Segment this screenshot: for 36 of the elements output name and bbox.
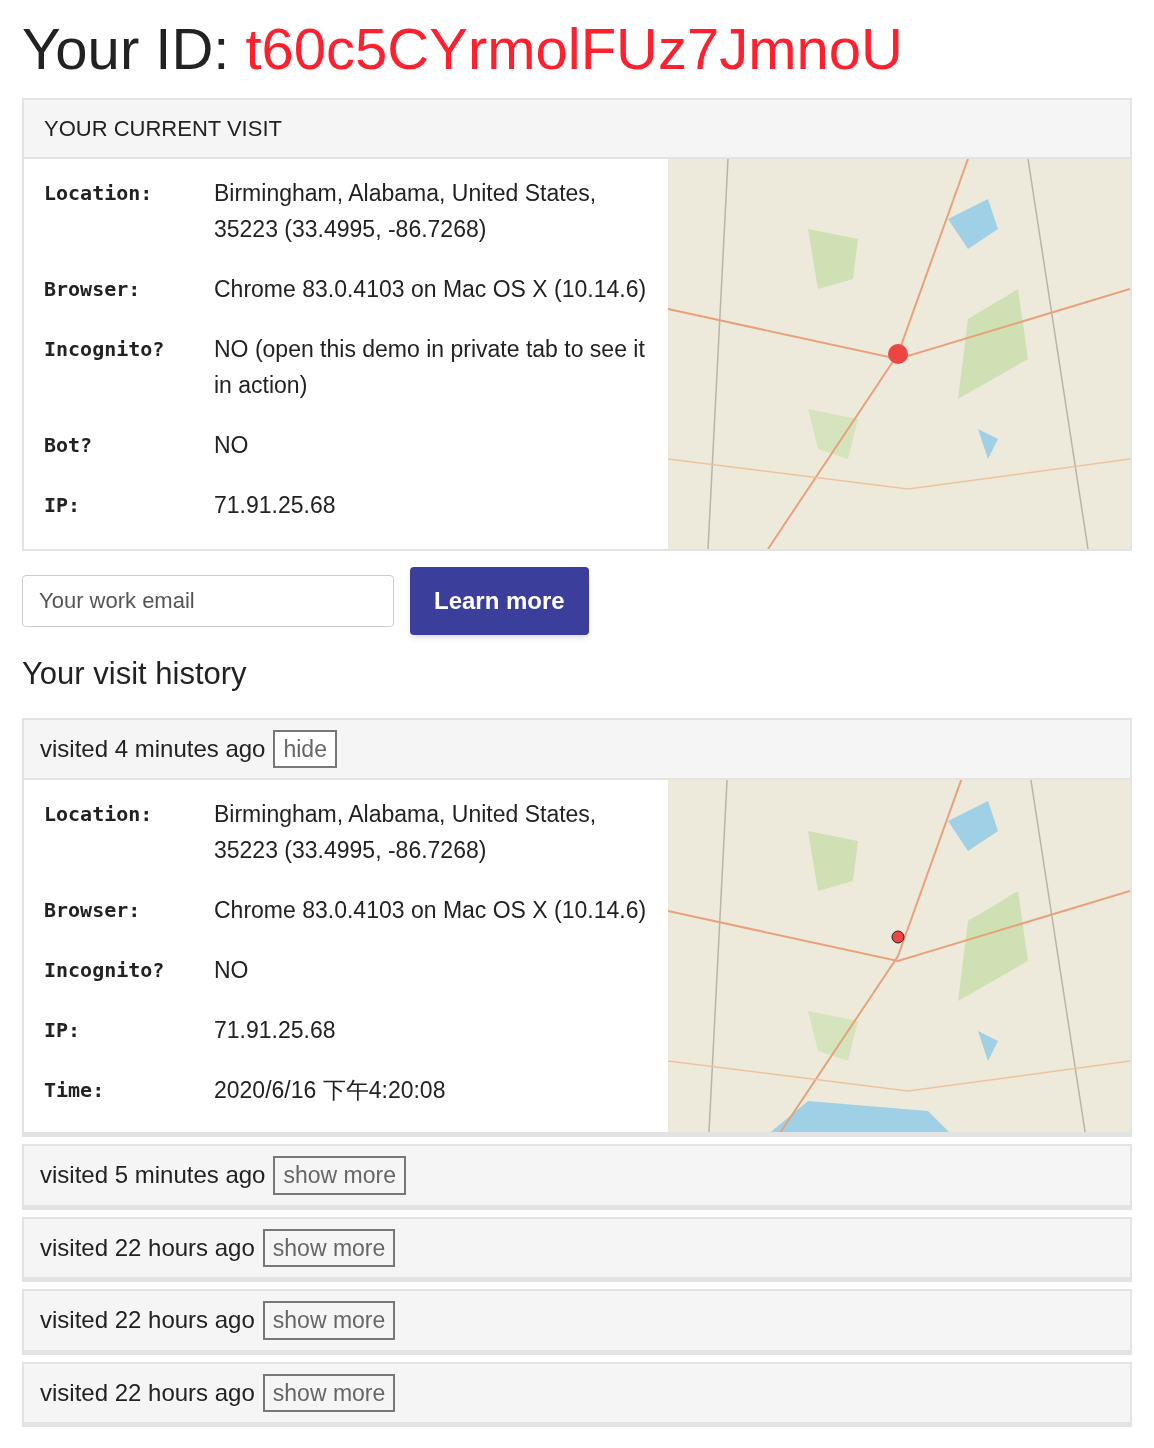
visit-time: visited 22 hours ago	[40, 1232, 255, 1263]
history-heading: Your visit history	[22, 655, 248, 693]
visit-time: visited 4 minutes ago	[40, 733, 266, 764]
field-label: Incognito?	[44, 336, 166, 363]
field-label: Browser:	[44, 276, 142, 303]
field-label: Incognito?	[44, 957, 166, 984]
field-value: Chrome 83.0.4103 on Mac OS X (10.14.6)	[214, 896, 648, 925]
field-label: Bot?	[44, 432, 94, 459]
field-label: Browser:	[44, 897, 142, 924]
toggle-button[interactable]: hide	[273, 729, 337, 768]
toggle-button[interactable]: show more	[262, 1228, 396, 1267]
field-value: Chrome 83.0.4103 on Mac OS X (10.14.6)	[214, 275, 648, 304]
field-value: 71.91.25.68	[214, 491, 337, 520]
visit-time: visited 22 hours ago	[40, 1305, 255, 1336]
field-value: NO	[214, 956, 250, 985]
visit-time: visited 22 hours ago	[40, 1377, 255, 1408]
field-value: 71.91.25.68	[214, 1016, 337, 1045]
field-label: IP:	[44, 1017, 82, 1044]
toggle-button[interactable]: show more	[262, 1373, 396, 1412]
toggle-button[interactable]: show more	[273, 1156, 406, 1195]
field-label: Location:	[44, 801, 154, 828]
field-label: IP:	[44, 492, 82, 519]
id-value: t60c5CYrmolFUz7JmnoU	[245, 15, 903, 83]
learn-more-button[interactable]: Learn more	[410, 567, 589, 635]
field-value: Birmingham, Alabama, United States, 35223 (33.4995, -86.7268)	[214, 179, 598, 244]
id-label: Your ID:	[22, 15, 230, 83]
field-value: NO	[214, 431, 250, 460]
email-field[interactable]: Your work email	[22, 575, 394, 627]
field-value: Birmingham, Alabama, United States, 35223 (33.4995, -86.7268)	[214, 800, 598, 865]
field-value: 2020/6/16 下午4:20:08	[214, 1076, 447, 1105]
visit-time: visited 5 minutes ago	[40, 1160, 266, 1191]
toggle-button[interactable]: show more	[262, 1301, 396, 1340]
field-label: Time:	[44, 1077, 106, 1104]
field-label: Location:	[44, 180, 154, 207]
card-title: YOUR CURRENT VISIT	[44, 116, 282, 141]
field-value: NO (open this demo in private tab to see it in action)	[214, 335, 646, 400]
